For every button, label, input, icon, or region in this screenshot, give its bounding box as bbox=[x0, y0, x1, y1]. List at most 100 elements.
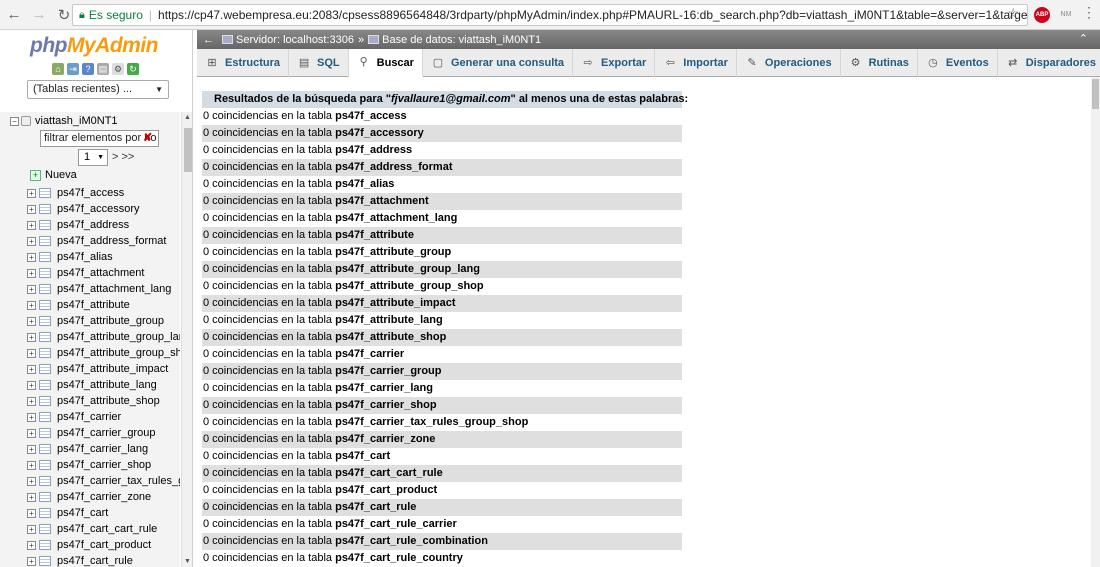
expand-icon[interactable]: + bbox=[27, 236, 36, 246]
expand-icon[interactable]: + bbox=[27, 268, 36, 278]
sidebar-item-table[interactable]: + ps47f_attachment bbox=[27, 265, 180, 281]
nav-scrollbar[interactable]: ▲ ▼ bbox=[181, 112, 192, 567]
expand-icon[interactable]: + bbox=[27, 412, 36, 422]
tab-importar[interactable]: ⇦ Importar bbox=[655, 49, 737, 77]
sidebar-item-table[interactable]: + ps47f_attribute_lang bbox=[27, 377, 180, 393]
expand-icon[interactable]: + bbox=[27, 460, 36, 470]
tab-operaciones[interactable]: ✎ Operaciones bbox=[737, 49, 841, 77]
result-row: 0 coincidencias en la tabla ps47f_attach… bbox=[202, 193, 682, 210]
phpmyadmin-logo[interactable]: phpMyAdmin bbox=[30, 34, 158, 58]
expand-icon[interactable]: + bbox=[27, 316, 36, 326]
sidebar-item-table[interactable]: + ps47f_attribute_group bbox=[27, 313, 180, 329]
page-select[interactable]: 1 ▼ bbox=[78, 149, 108, 166]
expand-icon[interactable]: + bbox=[27, 380, 36, 390]
sidebar-item-table[interactable]: + ps47f_cart_rule bbox=[27, 553, 180, 567]
tab-rutinas[interactable]: ⚙ Rutinas bbox=[841, 49, 918, 77]
result-table-name: ps47f_cart_rule_carrier bbox=[335, 518, 457, 530]
expand-icon[interactable]: + bbox=[27, 524, 36, 534]
recent-tables-select[interactable]: (Tablas recientes) ... ▼ bbox=[27, 80, 169, 99]
table-icon bbox=[39, 508, 51, 518]
tab-exportar[interactable]: ⇨ Exportar bbox=[573, 49, 656, 77]
tab-sql[interactable]: ▤ SQL bbox=[289, 49, 349, 77]
expand-icon[interactable]: + bbox=[27, 428, 36, 438]
tab-disparadores[interactable]: ⇄ Disparadores bbox=[998, 49, 1100, 77]
expand-icon[interactable]: + bbox=[27, 508, 36, 518]
sidebar-item-table[interactable]: + ps47f_attribute_shop bbox=[27, 393, 180, 409]
filter-input[interactable]: filtrar elementos por no bbox=[40, 130, 159, 147]
bookmark-star-icon[interactable]: ☆ bbox=[1007, 5, 1020, 22]
expand-icon[interactable]: + bbox=[27, 284, 36, 294]
settings-icon[interactable]: ⚙ bbox=[112, 63, 124, 75]
expand-icon[interactable]: + bbox=[27, 332, 36, 342]
refresh-icon[interactable]: ↻ bbox=[127, 63, 139, 75]
breadcrumb-database[interactable]: Base de datos: viattash_iM0NT1 bbox=[382, 34, 541, 46]
nav-scroll-thumb[interactable] bbox=[184, 128, 192, 172]
sidebar-item-table[interactable]: + ps47f_attribute_group_shop bbox=[27, 345, 180, 361]
back-icon[interactable]: ← bbox=[3, 4, 25, 26]
breadcrumb-server[interactable]: Servidor: localhost:3306 bbox=[236, 34, 354, 46]
home-icon[interactable]: ⌂ bbox=[52, 63, 64, 75]
sidebar-item-table[interactable]: + ps47f_carrier bbox=[27, 409, 180, 425]
sidebar-item-table[interactable]: + ps47f_attribute bbox=[27, 297, 180, 313]
sidebar-item-table[interactable]: + ps47f_carrier_zone bbox=[27, 489, 180, 505]
expand-icon[interactable]: + bbox=[27, 556, 36, 566]
expand-icon[interactable]: + bbox=[27, 492, 36, 502]
sidebar-item-table[interactable]: + ps47f_address_format bbox=[27, 233, 180, 249]
expand-icon[interactable]: + bbox=[27, 444, 36, 454]
tab-eventos[interactable]: ◷ Eventos bbox=[918, 49, 998, 77]
tab-generar-una-consulta[interactable]: ▢ Generar una consulta bbox=[423, 49, 574, 77]
docs-icon[interactable]: ▤ bbox=[97, 63, 109, 75]
table-name: ps47f_carrier bbox=[57, 411, 122, 423]
expand-icon[interactable]: + bbox=[27, 220, 36, 230]
adblock-extension-icon[interactable]: ABP bbox=[1034, 7, 1050, 23]
sidebar-item-table[interactable]: + ps47f_attachment_lang bbox=[27, 281, 180, 297]
extension-icon[interactable]: NM bbox=[1057, 8, 1075, 22]
browser-menu-icon[interactable]: ⋮ bbox=[1082, 5, 1096, 19]
sidebar-item-table[interactable]: + ps47f_accessory bbox=[27, 201, 180, 217]
sidebar-item-table[interactable]: + ps47f_access bbox=[27, 185, 180, 201]
sidebar-item-table[interactable]: + ps47f_attribute_impact bbox=[27, 361, 180, 377]
result-table-name: ps47f_cart_cart_rule bbox=[335, 467, 443, 479]
url-text[interactable]: https://cp47.webempresa.eu:2083/cpsess88… bbox=[158, 8, 1027, 22]
collapse-header-icon[interactable]: ⌃ bbox=[1079, 32, 1088, 45]
chevron-down-icon: ▼ bbox=[97, 154, 104, 161]
address-bar[interactable]: 🔒︎ Es seguro | https://cp47.webempresa.e… bbox=[72, 4, 1028, 26]
forward-icon[interactable]: → bbox=[28, 4, 50, 26]
tab-buscar[interactable]: ⚲ Buscar bbox=[348, 49, 423, 77]
expand-icon[interactable]: + bbox=[27, 348, 36, 358]
new-table-link[interactable]: + Nueva bbox=[30, 168, 77, 182]
result-table-name: ps47f_carrier_zone bbox=[335, 433, 436, 445]
clear-filter-icon[interactable]: ✘ bbox=[143, 131, 152, 144]
scroll-up-icon[interactable]: ▲ bbox=[184, 114, 191, 121]
scroll-down-icon[interactable]: ▼ bbox=[184, 558, 191, 565]
sidebar-item-table[interactable]: + ps47f_address bbox=[27, 217, 180, 233]
sidebar-item-table[interactable]: + ps47f_carrier_shop bbox=[27, 457, 180, 473]
collapse-icon[interactable]: − bbox=[10, 116, 19, 126]
expand-icon[interactable]: + bbox=[27, 396, 36, 406]
sidebar-item-table[interactable]: + ps47f_cart bbox=[27, 505, 180, 521]
sidebar-item-table[interactable]: + ps47f_carrier_lang bbox=[27, 441, 180, 457]
sidebar-item-table[interactable]: + ps47f_carrier_tax_rules_group_shop bbox=[27, 473, 180, 489]
sidebar-item-table[interactable]: + ps47f_cart_product bbox=[27, 537, 180, 553]
result-row: 0 coincidencias en la tabla ps47f_attrib… bbox=[203, 246, 452, 258]
main-scrollbar[interactable] bbox=[1091, 77, 1100, 567]
sidebar-item-table[interactable]: + ps47f_carrier_group bbox=[27, 425, 180, 441]
expand-icon[interactable]: + bbox=[27, 476, 36, 486]
expand-icon[interactable]: + bbox=[27, 364, 36, 374]
expand-icon[interactable]: + bbox=[27, 188, 36, 198]
tab-estructura[interactable]: ⊞ Estructura bbox=[197, 49, 290, 77]
help-icon[interactable]: ? bbox=[82, 63, 94, 75]
sidebar-item-table[interactable]: + ps47f_attribute_group_lang bbox=[27, 329, 180, 345]
expand-icon[interactable]: + bbox=[27, 252, 36, 262]
table-name: ps47f_accessory bbox=[57, 203, 140, 215]
expand-icon[interactable]: + bbox=[27, 300, 36, 310]
sidebar-item-table[interactable]: + ps47f_alias bbox=[27, 249, 180, 265]
sidebar-item-table[interactable]: + ps47f_cart_cart_rule bbox=[27, 521, 180, 537]
page-next-links[interactable]: > >> bbox=[112, 151, 134, 163]
main-scroll-thumb[interactable] bbox=[1092, 79, 1099, 109]
logout-icon[interactable]: ⇥ bbox=[67, 63, 79, 75]
database-node[interactable]: − viattash_iM0NT1 bbox=[10, 114, 118, 128]
expand-icon[interactable]: + bbox=[27, 540, 36, 550]
expand-icon[interactable]: + bbox=[27, 204, 36, 214]
back-arrow-icon[interactable]: ← bbox=[203, 34, 214, 46]
